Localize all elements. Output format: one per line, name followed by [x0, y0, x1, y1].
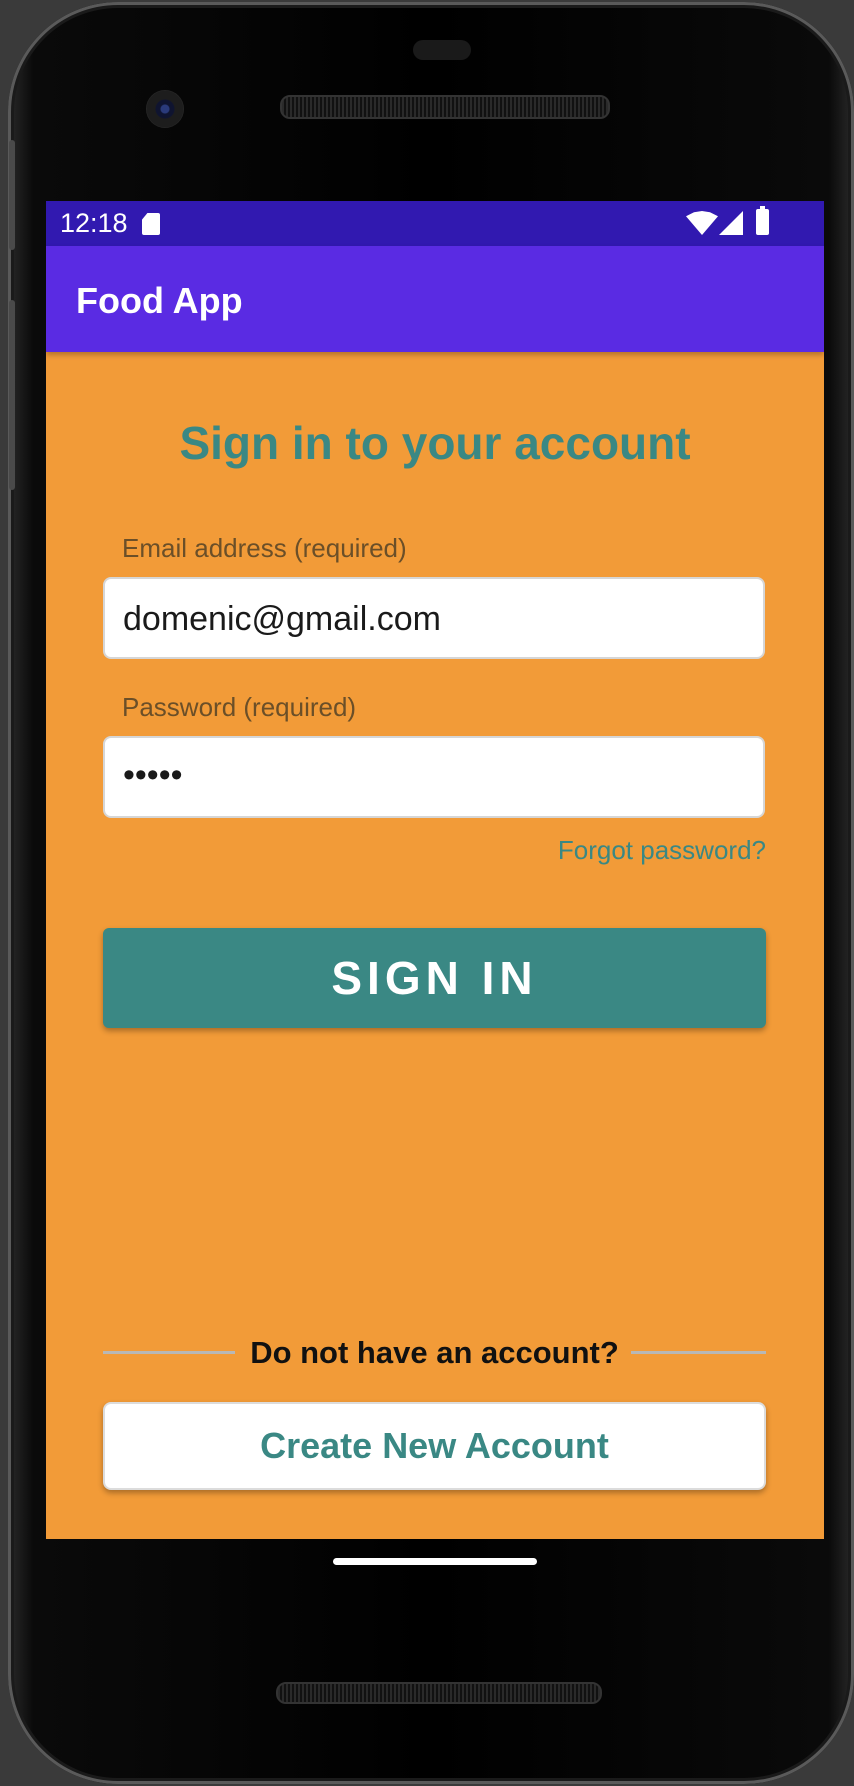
sd-card-icon [142, 213, 160, 235]
create-account-button[interactable]: Create New Account [103, 1402, 766, 1490]
status-time: 12:18 [60, 208, 128, 238]
forgot-password-link[interactable]: Forgot password? [558, 835, 766, 866]
battery-icon [756, 206, 769, 235]
password-field[interactable]: ••••• [103, 736, 765, 818]
sign-in-button[interactable]: SIGN IN [103, 928, 766, 1028]
account-divider: Do not have an account? [103, 1332, 766, 1372]
email-field[interactable]: domenic@gmail.com [103, 577, 765, 659]
email-value: domenic@gmail.com [123, 600, 441, 638]
page-title: Sign in to your account [179, 417, 691, 469]
email-label: Email address (required) [122, 533, 407, 563]
app-bar: Food App [46, 246, 824, 352]
status-bar: 12:18 [46, 201, 824, 246]
front-camera [146, 90, 184, 128]
top-speaker-grille [280, 95, 610, 119]
signal-icon [719, 211, 743, 235]
side-button [9, 300, 15, 490]
wifi-icon [686, 211, 718, 235]
divider-line-right [631, 1351, 766, 1354]
password-value: ••••• [123, 756, 183, 794]
side-button [9, 140, 15, 250]
bottom-speaker-grille [276, 1682, 602, 1704]
password-label: Password (required) [122, 692, 357, 722]
app-title: Food App [76, 280, 243, 321]
screen: 12:18 Food App Sign in to your account E… [46, 201, 824, 1539]
home-gesture-bar[interactable] [333, 1558, 537, 1565]
earpiece [413, 40, 471, 60]
